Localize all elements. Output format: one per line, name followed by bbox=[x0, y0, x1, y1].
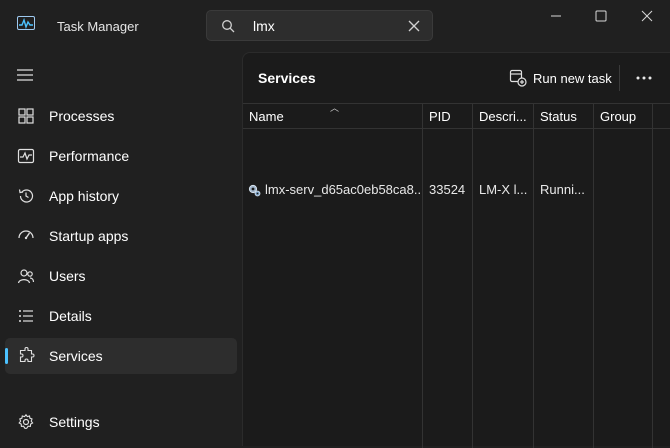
table-cell-description[interactable]: LM-X l... bbox=[479, 182, 531, 197]
close-icon[interactable] bbox=[407, 19, 421, 33]
column-group: Group bbox=[594, 103, 653, 448]
sidebar-item-label: Users bbox=[49, 268, 86, 284]
table-cell-name[interactable]: lmx-serv_d65ac0eb58ca8... bbox=[265, 182, 421, 197]
column-header-group[interactable]: Group bbox=[600, 109, 636, 124]
sidebar-item-label: App history bbox=[49, 188, 120, 204]
sidebar-item-label: Startup apps bbox=[49, 228, 129, 244]
sidebar-item-label: Performance bbox=[49, 148, 130, 164]
minimize-button[interactable] bbox=[533, 0, 579, 32]
sidebar-item-startup-apps[interactable]: Startup apps bbox=[5, 218, 237, 254]
hamburger-menu-icon[interactable] bbox=[16, 67, 34, 83]
services-icon bbox=[19, 347, 35, 363]
users-icon bbox=[17, 269, 35, 284]
run-new-task-label: Run new task bbox=[533, 71, 612, 86]
sidebar-item-label: Services bbox=[49, 348, 103, 364]
column-header-description[interactable]: Descri... bbox=[479, 109, 531, 124]
sidebar-item-details[interactable]: Details bbox=[5, 298, 237, 334]
search-box[interactable]: lmx bbox=[206, 10, 433, 41]
selection-indicator bbox=[5, 348, 8, 364]
title-bar: Task Manager lmx bbox=[0, 0, 670, 52]
column-description: Descri... LM-X l... bbox=[473, 103, 534, 448]
column-status: Status Runni... bbox=[534, 103, 594, 448]
sidebar-item-settings[interactable]: Settings bbox=[5, 404, 237, 440]
sidebar-item-performance[interactable]: Performance bbox=[5, 138, 237, 174]
sort-ascending-icon: ︿ bbox=[330, 103, 340, 113]
sidebar-item-users[interactable]: Users bbox=[5, 258, 237, 294]
sidebar-item-label: Details bbox=[49, 308, 92, 324]
settings-label: Settings bbox=[49, 414, 100, 430]
column-pid: PID 33524 bbox=[423, 103, 473, 448]
toolbar-divider bbox=[619, 65, 620, 91]
table-cell-status[interactable]: Runni... bbox=[540, 182, 590, 197]
app-title: Task Manager bbox=[57, 19, 139, 34]
table-cell-pid[interactable]: 33524 bbox=[429, 182, 465, 197]
service-gear-icon bbox=[248, 184, 261, 197]
gear-icon bbox=[18, 413, 34, 429]
sidebar-item-app-history[interactable]: App history bbox=[5, 178, 237, 214]
performance-icon bbox=[17, 148, 35, 164]
maximize-button[interactable] bbox=[578, 0, 624, 32]
sidebar: Processes Performance App history Startu… bbox=[0, 52, 242, 446]
run-new-task-icon bbox=[509, 69, 527, 87]
sidebar-item-services[interactable]: Services bbox=[5, 338, 237, 374]
search-input[interactable]: lmx bbox=[253, 18, 275, 34]
startup-apps-icon bbox=[18, 230, 34, 240]
column-header-pid[interactable]: PID bbox=[429, 109, 451, 124]
sidebar-item-label: Processes bbox=[49, 108, 115, 124]
page-title: Services bbox=[258, 70, 316, 86]
more-options-icon[interactable] bbox=[633, 67, 655, 89]
column-name: ︿ Name lmx-serv_d65ac0eb58ca8... bbox=[243, 103, 423, 448]
search-icon bbox=[222, 20, 235, 33]
column-header-status[interactable]: Status bbox=[540, 109, 577, 124]
column-header-name[interactable]: Name bbox=[249, 109, 284, 124]
main-panel: Services Run new task ︿ Name lmx-serv_d6… bbox=[242, 52, 670, 448]
close-window-button[interactable] bbox=[624, 0, 670, 32]
sidebar-item-processes[interactable]: Processes bbox=[5, 98, 237, 134]
app-history-icon bbox=[18, 189, 34, 203]
processes-icon bbox=[18, 108, 34, 124]
task-manager-icon bbox=[17, 16, 35, 30]
details-icon bbox=[19, 310, 33, 322]
